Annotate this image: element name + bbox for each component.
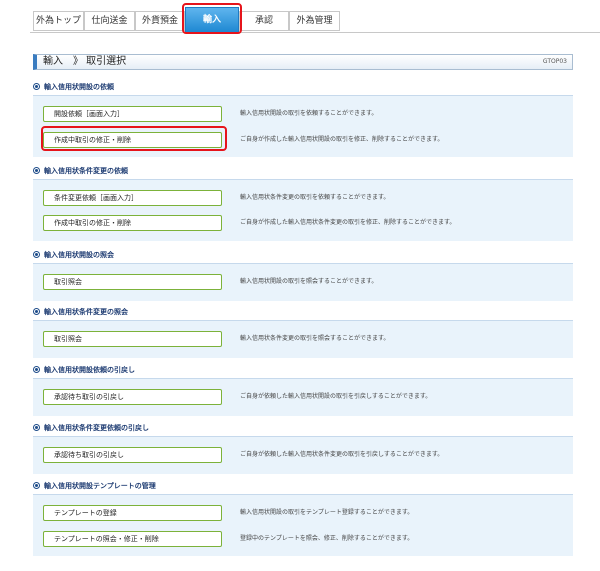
template-inquiry-edit-delete-desc: 登録中のテンプレートを照会、修正、削除することができます。: [240, 535, 414, 542]
section-bullet-icon: [33, 481, 40, 489]
section-title-text: 輸入信用状開設の依頼: [44, 83, 114, 91]
lc-opening-withdraw-pending-button[interactable]: 承認待ち取引の引戻し: [43, 389, 222, 405]
page-title-bar: 輸入 》 取引選択 GTOP03: [33, 54, 573, 70]
section-panel-lc-opening-withdrawal: 承認待ち取引の引戻し ご自身が依頼した輸入信用状開設の取引を引戻しすることができ…: [33, 378, 573, 416]
section-bullet-icon: [33, 82, 40, 90]
lc-amendment-withdraw-pending-button[interactable]: 承認待ち取引の引戻し: [43, 447, 222, 463]
lc-opening-draft-edit-delete-button[interactable]: 作成中取引の修正・削除: [43, 132, 222, 148]
section-title-text: 輸入信用状開設テンプレートの管理: [44, 482, 156, 490]
lc-amendment-draft-edit-delete-desc: ご自身が作成した輸入信用状条件変更の取引を修正、削除することができます。: [240, 219, 456, 226]
section-bullet-icon: [33, 365, 40, 373]
tab-forex-top[interactable]: 外為トップ: [33, 11, 84, 31]
section-panel-lc-amendment-inquiry: 取引照会 輸入信用状条件変更の取引を照会することができます。: [33, 320, 573, 358]
section-panel-lc-amendment-request: 条件変更依頼［画面入力］ 輸入信用状条件変更の取引を依頼することができます。 作…: [33, 179, 573, 241]
section-panel-lc-opening-inquiry: 取引照会 輸入信用状開設の取引を照会することができます。: [33, 263, 573, 301]
tab-import[interactable]: 輸入: [185, 7, 239, 33]
section-panel-lc-template-management: テンプレートの登録 輸入信用状開設の取引をテンプレート登録することができます。 …: [33, 494, 573, 556]
lc-amendment-draft-edit-delete-button[interactable]: 作成中取引の修正・削除: [43, 215, 222, 231]
lc-opening-draft-edit-delete-desc: ご自身が作成した輸入信用状開設の取引を修正、削除することができます。: [240, 136, 444, 143]
lc-amendment-request-input-desc: 輸入信用状条件変更の取引を依頼することができます。: [240, 194, 390, 201]
section-title-lc-opening-withdrawal: 輸入信用状開設依頼の引戻し: [33, 364, 135, 376]
page-title: 輸入 》 取引選択: [43, 56, 127, 67]
lc-amendment-inquiry-button[interactable]: 取引照会: [43, 331, 222, 347]
section-title-text: 輸入信用状開設依頼の引戻し: [44, 366, 135, 374]
lc-amendment-inquiry-desc: 輸入信用状条件変更の取引を照会することができます。: [240, 335, 390, 342]
section-title-text: 輸入信用状開設の照会: [44, 251, 114, 259]
section-title-lc-amendment-withdrawal: 輸入信用状条件変更依頼の引戻し: [33, 422, 149, 434]
section-bullet-icon: [33, 423, 40, 431]
lc-opening-inquiry-button[interactable]: 取引照会: [43, 274, 222, 290]
lc-opening-request-input-desc: 輸入信用状開設の取引を依頼することができます。: [240, 110, 378, 117]
lc-opening-withdraw-pending-desc: ご自身が依頼した輸入信用状開設の取引を引戻しすることができます。: [240, 393, 432, 400]
lc-amendment-request-input-button[interactable]: 条件変更依頼［画面入力］: [43, 190, 222, 206]
section-title-lc-amendment-request: 輸入信用状条件変更の依頼: [33, 165, 128, 177]
section-title-text: 輸入信用状条件変更依頼の引戻し: [44, 424, 149, 432]
section-bullet-icon: [33, 250, 40, 258]
section-title-lc-amendment-inquiry: 輸入信用状条件変更の照会: [33, 306, 128, 318]
global-tab-bar: 外為トップ 仕向送金 外貨預金 輸入 承認 外為管理: [0, 0, 600, 42]
tab-outward-remittance[interactable]: 仕向送金: [84, 11, 135, 31]
section-title-text: 輸入信用状条件変更の照会: [44, 308, 128, 316]
section-title-text: 輸入信用状条件変更の依頼: [44, 167, 128, 175]
section-title-lc-template-management: 輸入信用状開設テンプレートの管理: [33, 480, 156, 492]
section-title-lc-opening-inquiry: 輸入信用状開設の照会: [33, 249, 114, 261]
section-bullet-icon: [33, 307, 40, 315]
section-title-lc-opening-request: 輸入信用状開設の依頼: [33, 81, 114, 93]
template-inquiry-edit-delete-button[interactable]: テンプレートの照会・修正・削除: [43, 531, 222, 547]
tab-bar-divider: [30, 32, 600, 33]
screen-id: GTOP03: [542, 58, 567, 65]
tab-forex-management[interactable]: 外為管理: [289, 11, 340, 31]
lc-opening-inquiry-desc: 輸入信用状開設の取引を照会することができます。: [240, 278, 378, 285]
section-panel-lc-amendment-withdrawal: 承認待ち取引の引戻し ご自身が依頼した輸入信用状条件変更の取引を引戻しすることが…: [33, 436, 573, 474]
section-bullet-icon: [33, 166, 40, 174]
section-panel-lc-opening-request: 開設依頼［画面入力］ 輸入信用状開設の取引を依頼することができます。 作成中取引…: [33, 95, 573, 157]
tab-foreign-currency-deposit[interactable]: 外貨預金: [135, 11, 185, 31]
tab-approval[interactable]: 承認: [239, 11, 289, 31]
lc-opening-request-input-button[interactable]: 開設依頼［画面入力］: [43, 106, 222, 122]
template-register-button[interactable]: テンプレートの登録: [43, 505, 222, 521]
template-register-desc: 輸入信用状開設の取引をテンプレート登録することができます。: [240, 509, 414, 516]
lc-amendment-withdraw-pending-desc: ご自身が依頼した輸入信用状条件変更の取引を引戻しすることができます。: [240, 451, 444, 458]
